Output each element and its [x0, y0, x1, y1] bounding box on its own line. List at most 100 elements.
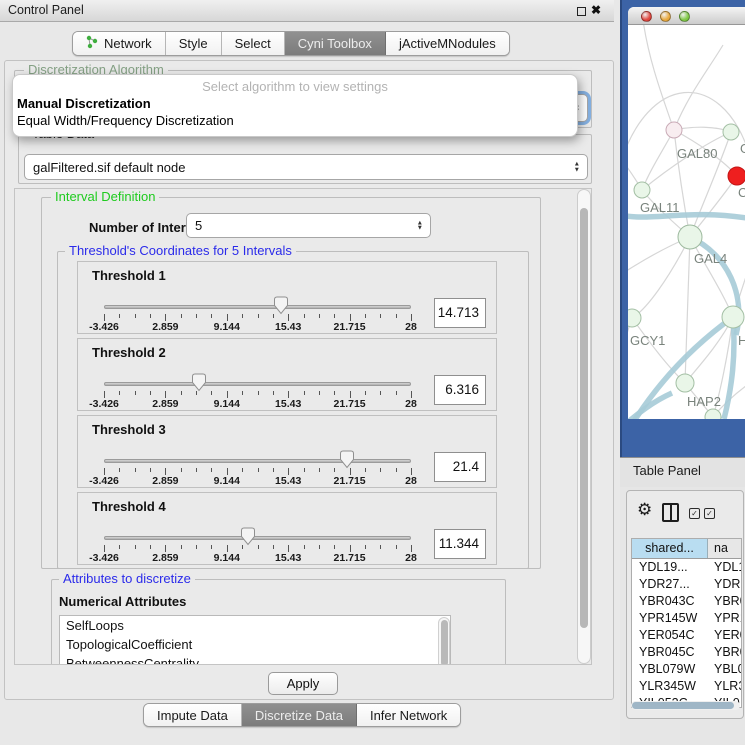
network-edge[interactable] — [674, 45, 723, 130]
checkbox-icon[interactable]: ✓ — [704, 508, 715, 519]
network-edge[interactable] — [674, 127, 731, 132]
table-panel-card: ⚙ ✓ ✓ shared... na YDL19...YDL1YDR27...Y… — [626, 490, 744, 719]
node-gal80[interactable] — [666, 122, 682, 138]
node-gal11[interactable] — [634, 182, 650, 198]
tab-cyni-toolbox[interactable]: Cyni Toolbox — [285, 32, 386, 55]
list-item[interactable]: TopologicalCoefficient — [60, 635, 450, 654]
tab-label: Network — [104, 36, 152, 51]
minimize-traffic-light[interactable] — [660, 11, 671, 22]
network-canvas[interactable]: GAL80GACGAL11GAL4GCY1HHAP2 — [628, 25, 745, 419]
columns-icon[interactable] — [662, 503, 679, 522]
node-hap2[interactable] — [676, 374, 694, 392]
network-edge-thick[interactable] — [724, 317, 734, 419]
table-row[interactable]: YBL079WYBL0 — [632, 661, 741, 678]
node-top-right[interactable] — [723, 124, 739, 140]
node-red[interactable] — [728, 167, 745, 185]
node-label: GAL11 — [640, 200, 680, 215]
scrollbar-thumb[interactable] — [632, 702, 734, 709]
slider[interactable] — [104, 527, 411, 547]
list-item[interactable]: BetweennessCentrality — [60, 654, 450, 665]
slider-thumb-icon[interactable] — [274, 296, 289, 315]
tab-impute-data[interactable]: Impute Data — [144, 704, 242, 726]
table-row[interactable]: YER054CYER0 — [632, 627, 741, 644]
slider-thumb-icon[interactable] — [192, 373, 207, 392]
tab-label: Discretize Data — [255, 708, 343, 723]
network-edge[interactable] — [685, 237, 690, 383]
num-intervals-select[interactable]: 5 ▲▼ — [186, 213, 431, 238]
table-row[interactable]: YBR043CYBR0 — [632, 593, 741, 610]
threshold-row: Threshold 4 -3.4262.8599.14415.4321.7152… — [77, 492, 497, 565]
threshold-value-box[interactable]: 21.4 — [434, 452, 486, 482]
node-gcy1[interactable] — [628, 309, 641, 327]
node-attribute-table: shared... na YDL19...YDL1YDR27...YDR2YBR… — [631, 538, 742, 708]
table-row[interactable]: YPR145WYPR1 — [632, 610, 741, 627]
network-edge[interactable] — [632, 237, 690, 318]
scrollbar-thumb[interactable] — [441, 620, 448, 665]
tick-label: 9.144 — [214, 552, 240, 564]
column-header-shared-name[interactable]: shared... — [632, 539, 708, 558]
table-row[interactable]: YDL19...YDL1 — [632, 559, 741, 576]
network-edge[interactable] — [632, 318, 685, 383]
zoom-traffic-light[interactable] — [679, 11, 690, 22]
tick-mark — [411, 314, 412, 321]
threshold-value-box[interactable]: 11.344 — [434, 529, 486, 559]
scrollbar-thumb[interactable] — [580, 208, 588, 628]
table-horizontal-scrollbar[interactable] — [631, 701, 740, 710]
tab-style[interactable]: Style — [166, 32, 222, 55]
table-data-selected-value: galFiltered.sif default node — [33, 160, 185, 175]
list-item[interactable]: SelfLoops — [60, 616, 450, 635]
tab-infer-network[interactable]: Infer Network — [357, 704, 460, 726]
panel-title: Control Panel — [8, 3, 84, 17]
slider-tick-labels: -3.4262.8599.14415.4321.71528 — [104, 398, 411, 410]
table-cell: YBR0 — [708, 593, 741, 610]
table-data-select[interactable]: galFiltered.sif default node ▲▼ — [24, 154, 588, 180]
tab-jactivemnodules[interactable]: jActiveMNodules — [386, 32, 509, 55]
float-window-icon[interactable] — [577, 7, 586, 16]
table-row[interactable]: YLR345WYLR3 — [632, 678, 741, 695]
table-cell: YDL1 — [708, 559, 741, 576]
apply-button[interactable]: Apply — [268, 672, 338, 695]
numerical-attributes-list[interactable]: SelfLoopsTopologicalCoefficientBetweenne… — [59, 615, 451, 665]
close-icon[interactable]: ✖ — [591, 3, 601, 17]
attributes-list-scrollbar[interactable] — [438, 617, 450, 665]
table-cell: YBR045C — [632, 644, 708, 661]
tick-label: 28 — [405, 398, 417, 410]
dropdown-option-equal-width-frequency[interactable]: Equal Width/Frequency Discretization — [17, 113, 234, 128]
network-edge[interactable] — [642, 130, 674, 190]
threshold-label: Threshold 3 — [92, 422, 166, 437]
node-gal4[interactable] — [678, 225, 702, 249]
close-traffic-light[interactable] — [641, 11, 652, 22]
network-window-titlebar[interactable] — [628, 7, 745, 25]
tick-label: 9.144 — [214, 475, 240, 487]
node-right[interactable] — [722, 306, 744, 328]
table-row[interactable]: YBR045CYBR0 — [632, 644, 741, 661]
slider-thumb-icon[interactable] — [241, 527, 256, 546]
network-edge[interactable] — [642, 132, 731, 190]
settings-vertical-scrollbar[interactable] — [577, 189, 591, 664]
threshold-value-box[interactable]: 14.713 — [434, 298, 486, 328]
network-edge[interactable] — [643, 25, 674, 130]
threshold-row: Threshold 2 -3.4262.8599.14415.4321.7152… — [77, 338, 497, 411]
table-row[interactable]: YDR27...YDR2 — [632, 576, 741, 593]
network-icon — [86, 35, 98, 52]
table-cell: YDR27... — [632, 576, 708, 593]
checkbox-icon[interactable]: ✓ — [689, 508, 700, 519]
tab-network[interactable]: Network — [73, 32, 166, 55]
slider[interactable] — [104, 373, 411, 393]
dropdown-option-manual-discretization[interactable]: Manual Discretization — [17, 96, 151, 111]
tick-label: -3.426 — [89, 321, 119, 333]
tick-label: 28 — [405, 321, 417, 333]
gear-icon[interactable]: ⚙ — [637, 501, 652, 518]
tab-select[interactable]: Select — [222, 32, 285, 55]
tick-label: 15.43 — [275, 398, 301, 410]
tick-label: 21.715 — [334, 475, 366, 487]
slider[interactable] — [104, 296, 411, 316]
slider-thumb-icon[interactable] — [339, 450, 354, 469]
threshold-value-box[interactable]: 6.316 — [434, 375, 486, 405]
table-cell: YER0 — [708, 627, 741, 644]
tick-mark — [411, 545, 412, 552]
column-header-name[interactable]: na — [708, 539, 741, 558]
screen: Control Panel ✖ Network Style Select Cyn… — [0, 0, 745, 745]
slider[interactable] — [104, 450, 411, 470]
tab-discretize-data[interactable]: Discretize Data — [242, 704, 357, 726]
